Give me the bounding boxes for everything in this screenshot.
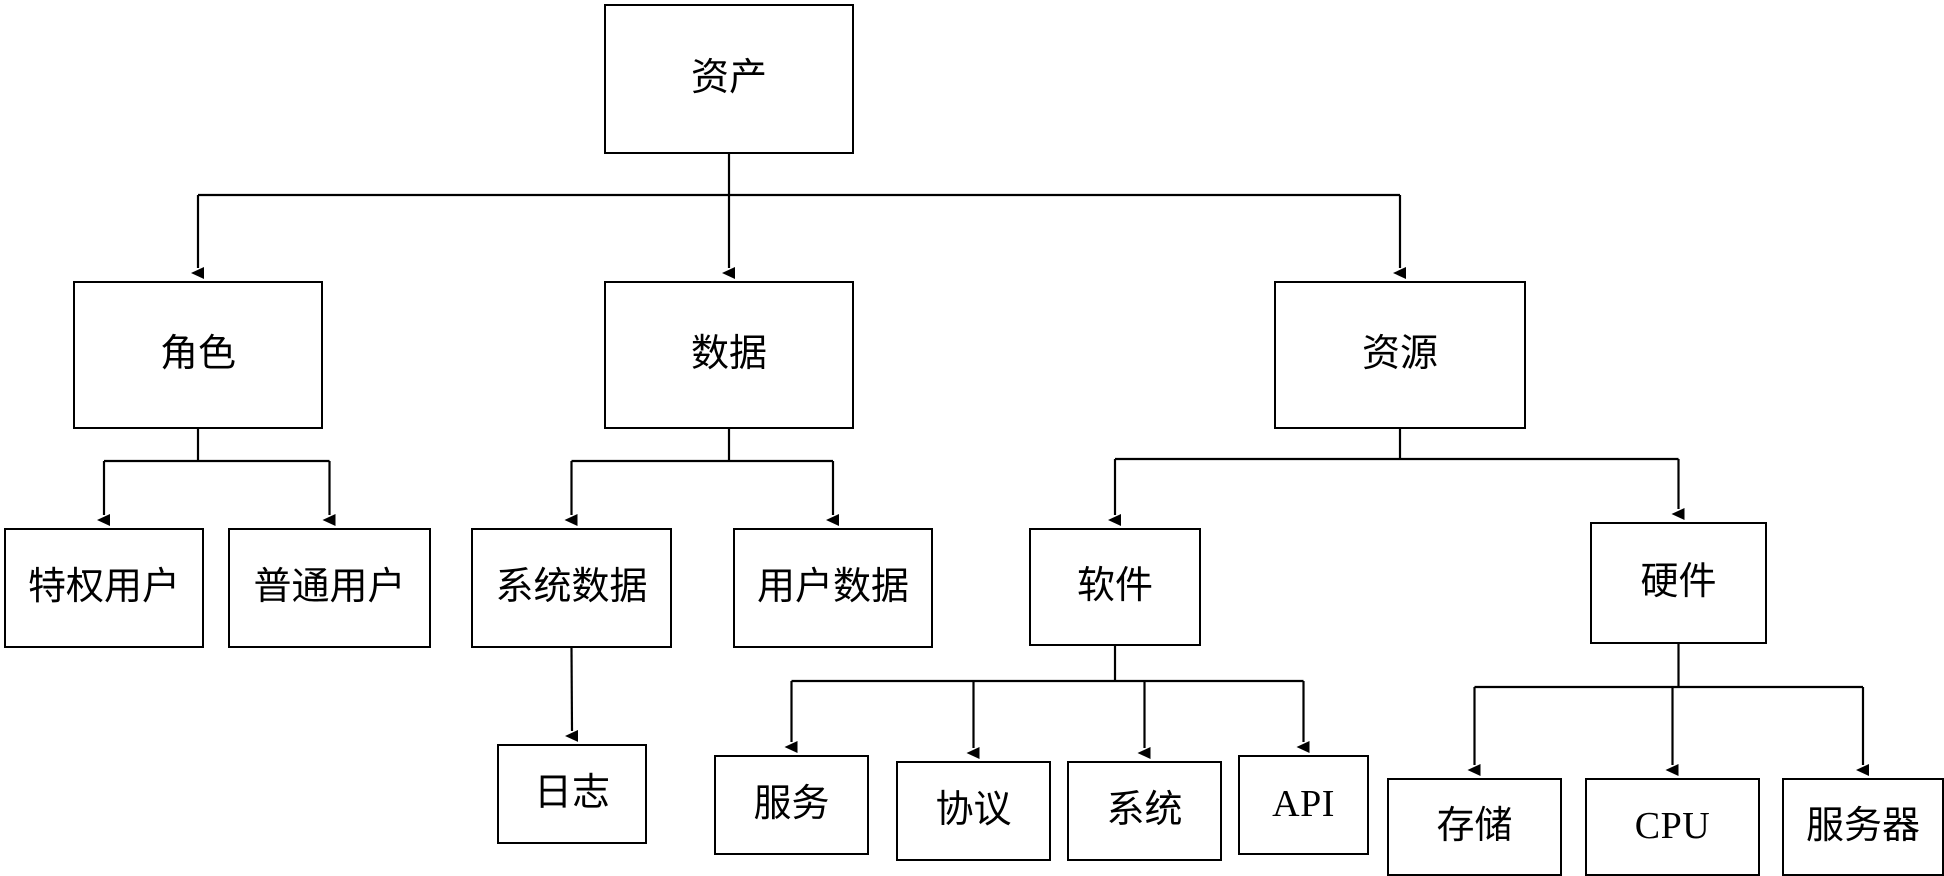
node-resource[interactable]: 资源	[1274, 281, 1526, 429]
node-label-role: 角色	[159, 333, 236, 376]
node-system-data[interactable]: 系统数据	[471, 528, 672, 648]
node-label-user-data: 用户数据	[756, 566, 909, 609]
node-role[interactable]: 角色	[73, 281, 323, 429]
node-api[interactable]: API	[1238, 755, 1369, 855]
node-label-protocol: 协议	[935, 789, 1012, 832]
edge-group	[97, 154, 1869, 776]
node-label-system-data: 系统数据	[495, 566, 648, 609]
node-label-api: API	[1272, 783, 1335, 826]
node-privileged-user[interactable]: 特权用户	[4, 528, 204, 648]
node-label-hardware: 硬件	[1640, 561, 1717, 604]
node-label-server: 服务器	[1805, 805, 1920, 848]
node-data[interactable]: 数据	[604, 281, 854, 429]
node-ordinary-user[interactable]: 普通用户	[228, 528, 431, 648]
node-label-system: 系统	[1106, 789, 1183, 832]
connector	[565, 647, 579, 742]
node-label-software: 软件	[1076, 565, 1153, 608]
node-label-data: 数据	[690, 333, 767, 376]
node-log[interactable]: 日志	[497, 744, 647, 844]
node-asset[interactable]: 资产	[604, 4, 854, 154]
node-label-ordinary-user: 普通用户	[253, 566, 406, 609]
node-label-log: 日志	[533, 772, 610, 815]
node-label-service: 服务	[753, 783, 830, 826]
node-label-resource: 资源	[1361, 333, 1438, 376]
node-service[interactable]: 服务	[714, 755, 869, 855]
node-software[interactable]: 软件	[1029, 528, 1201, 646]
node-protocol[interactable]: 协议	[896, 761, 1051, 861]
node-label-privileged-user: 特权用户	[27, 566, 180, 609]
connector-layer	[97, 154, 1869, 776]
node-system[interactable]: 系统	[1067, 761, 1222, 861]
node-user-data[interactable]: 用户数据	[733, 528, 933, 648]
node-server[interactable]: 服务器	[1782, 778, 1944, 876]
node-label-cpu: CPU	[1634, 805, 1711, 848]
node-cpu[interactable]: CPU	[1585, 778, 1760, 876]
node-label-asset: 资产	[690, 57, 767, 100]
diagram-canvas: 资产角色 数据 资源特权用户 普通用户 系统数据 用户数据 软件 硬件日志 服务 协议 系统 API 存…	[0, 0, 1944, 876]
node-storage[interactable]: 存储	[1387, 778, 1562, 876]
node-label-storage: 存储	[1436, 805, 1513, 848]
node-hardware[interactable]: 硬件	[1590, 522, 1767, 644]
